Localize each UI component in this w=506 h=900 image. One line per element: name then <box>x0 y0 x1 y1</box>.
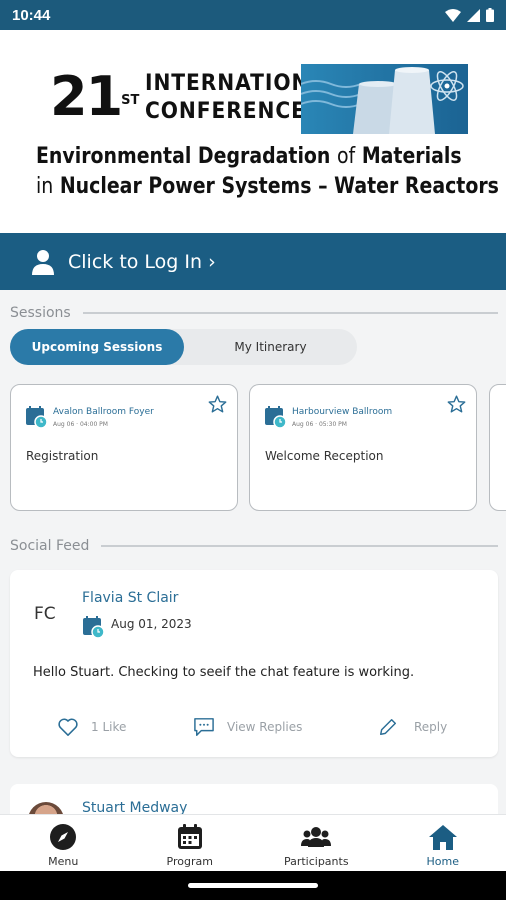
login-button[interactable]: Click to Log In › <box>0 233 506 290</box>
calendar-clock-icon <box>83 616 105 639</box>
like-button[interactable]: 1 Like <box>57 717 126 737</box>
session-card-peek[interactable] <box>489 384 506 511</box>
chat-bubble-icon <box>194 718 214 736</box>
system-nav-bar <box>0 871 506 900</box>
session-tabs: Upcoming Sessions My Itinerary <box>10 329 357 365</box>
home-gesture-handle[interactable] <box>188 883 318 888</box>
post-body: Hello Stuart. Checking to seeif the chat… <box>33 665 415 680</box>
post-date: Aug 01, 2023 <box>111 617 192 631</box>
post-actions: 1 Like View Replies Reply <box>10 717 498 741</box>
home-icon <box>428 825 457 850</box>
view-replies-button[interactable]: View Replies <box>193 717 302 737</box>
bottom-nav: Menu Program Participants Home <box>0 814 506 871</box>
tab-upcoming-sessions[interactable]: Upcoming Sessions <box>10 329 184 365</box>
conference-banner: 21ST INTERNATIONAL CONFERENCE ON Environ… <box>0 30 506 233</box>
pencil-icon <box>380 719 396 735</box>
divider <box>82 312 498 314</box>
compass-icon <box>50 824 77 850</box>
reply-button[interactable]: Reply <box>378 717 447 737</box>
conference-subtitle: Environmental Degradation of Materials i… <box>36 144 499 199</box>
session-card[interactable]: Avalon Ballroom Foyer Aug 06 · 04:00 PM … <box>10 384 238 511</box>
session-time: Aug 06 · 05:30 PM <box>292 421 347 428</box>
sessions-header: Sessions <box>10 305 498 321</box>
post-author[interactable]: Flavia St Clair <box>82 590 178 606</box>
session-title: Registration <box>26 449 99 463</box>
nav-home[interactable]: Home <box>380 815 506 871</box>
calendar-icon <box>177 824 202 849</box>
cooling-tower-image <box>301 64 468 134</box>
edition-number: 21ST <box>50 65 140 128</box>
wifi-icon <box>445 8 461 22</box>
session-room: Harbourview Ballroom <box>292 407 393 417</box>
battery-icon <box>486 8 494 22</box>
heart-icon <box>58 718 78 736</box>
people-icon <box>301 827 332 847</box>
user-icon <box>32 249 54 275</box>
divider <box>101 545 498 547</box>
nav-program[interactable]: Program <box>127 815 254 871</box>
star-icon[interactable] <box>208 395 227 413</box>
tab-my-itinerary[interactable]: My Itinerary <box>184 329 357 365</box>
session-time: Aug 06 · 04:00 PM <box>53 421 108 428</box>
avatar-initials: FC <box>34 604 56 624</box>
nav-menu[interactable]: Menu <box>0 815 127 871</box>
session-title: Welcome Reception <box>265 449 384 463</box>
social-feed-header: Social Feed <box>10 538 498 554</box>
status-time: 10:44 <box>12 6 51 24</box>
session-room: Avalon Ballroom Foyer <box>53 407 154 417</box>
calendar-clock-icon <box>26 406 48 429</box>
star-icon[interactable] <box>447 395 466 413</box>
signal-icon <box>467 8 480 22</box>
feed-post: FC Flavia St Clair Aug 01, 2023 Hello St… <box>10 570 498 757</box>
nav-participants[interactable]: Participants <box>253 815 380 871</box>
status-bar: 10:44 <box>0 0 506 30</box>
session-card[interactable]: Harbourview Ballroom Aug 06 · 05:30 PM W… <box>249 384 477 511</box>
calendar-clock-icon <box>265 406 287 429</box>
login-label: Click to Log In › <box>68 250 216 273</box>
